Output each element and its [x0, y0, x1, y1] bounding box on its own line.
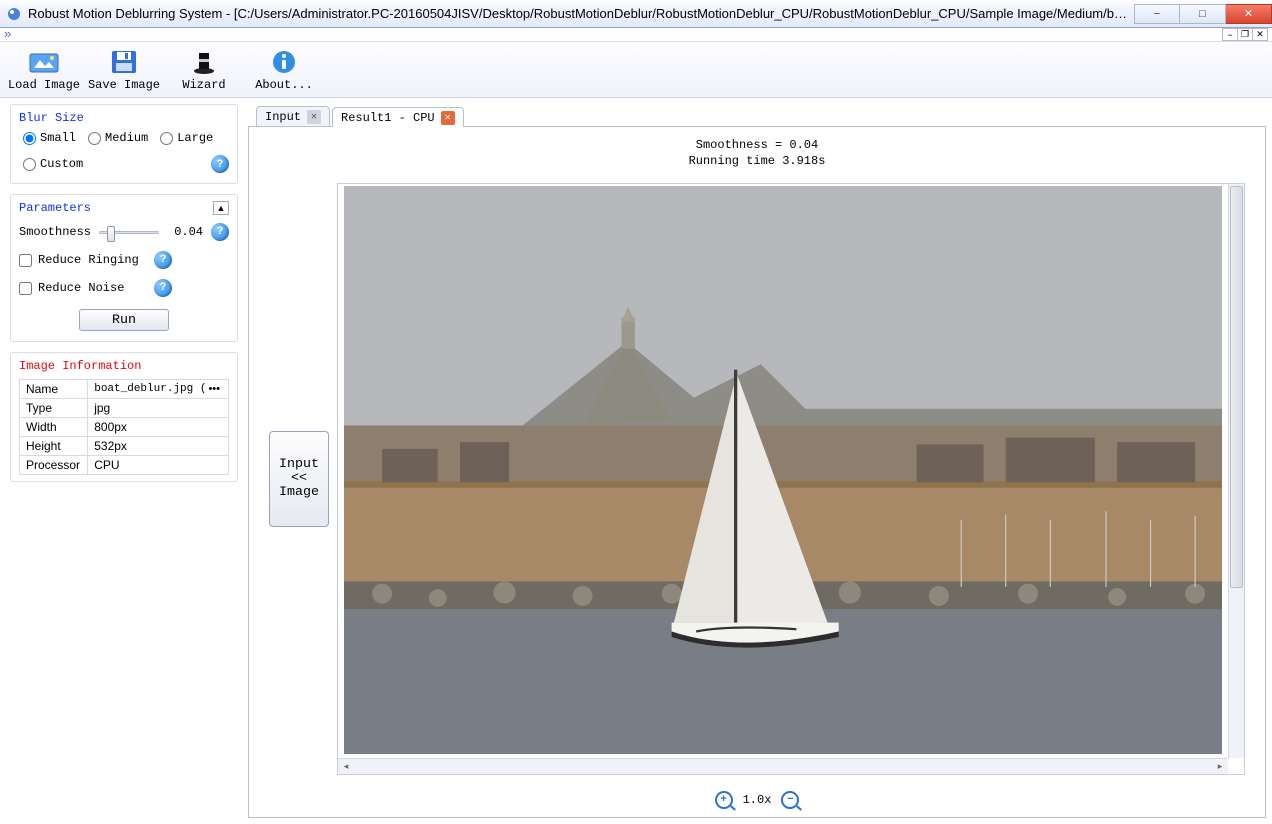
table-row: Name boat_deblur.jpg (••• [20, 380, 229, 399]
info-width-value: 800px [88, 418, 229, 437]
reduce-ringing-checkbox[interactable] [19, 254, 32, 267]
blur-size-custom-radio[interactable]: Custom [23, 157, 83, 171]
parameters-group: Parameters ▲ Smoothness 0.04 ? Reduce Ri… [10, 194, 238, 342]
side-panel: Blur Size Small Medium Large Custom ? [0, 98, 248, 824]
zoom-bar: + 1.0x − [249, 783, 1265, 817]
tab-result1-cpu[interactable]: Result1 - CPU ✕ [332, 107, 464, 127]
image-info-title: Image Information [19, 359, 229, 373]
smoothness-value: 0.04 [167, 225, 203, 239]
about-label: About... [255, 78, 313, 92]
window-title: Robust Motion Deblurring System - [C:/Us… [28, 6, 1134, 21]
result-stats: Smoothness = 0.04 Running time 3.918s [249, 127, 1265, 175]
wizard-button[interactable]: Wizard [164, 44, 244, 95]
mdi-control-strip: » − ❐ ✕ [0, 28, 1272, 42]
zoom-out-button[interactable]: − [781, 791, 799, 809]
mdi-close-button[interactable]: ✕ [1252, 28, 1268, 41]
load-image-button[interactable]: Load Image [4, 44, 84, 95]
window-close-button[interactable]: ✕ [1226, 4, 1272, 24]
reduce-ringing-label: Reduce Ringing [38, 253, 148, 267]
info-type-value: jpg [88, 399, 229, 418]
mdi-restore-button[interactable]: ❐ [1237, 28, 1253, 41]
info-processor-value: CPU [88, 456, 229, 475]
smoothness-stat: Smoothness = 0.04 [249, 137, 1265, 153]
run-button[interactable]: Run [79, 309, 169, 331]
main-toolbar: Load Image Save Image Wizard About... [0, 42, 1272, 98]
mdi-minimize-button[interactable]: − [1222, 28, 1238, 41]
blur-size-small-radio[interactable]: Small [23, 131, 76, 145]
blur-size-title: Blur Size [19, 111, 229, 125]
parameters-collapse-button[interactable]: ▲ [213, 201, 229, 215]
table-row: Height532px [20, 437, 229, 456]
app-icon [6, 6, 22, 22]
image-info-table: Name boat_deblur.jpg (••• Typejpg Width8… [19, 379, 229, 475]
chevrons-icon: » [4, 28, 18, 42]
running-time-stat: Running time 3.918s [249, 153, 1265, 169]
table-row: Width800px [20, 418, 229, 437]
info-height-value: 532px [88, 437, 229, 456]
about-icon [268, 48, 300, 76]
tab-result-close-icon[interactable]: ✕ [441, 111, 455, 125]
blur-size-large-radio[interactable]: Large [160, 131, 213, 145]
save-image-label: Save Image [88, 78, 160, 92]
info-name-more-button[interactable]: ••• [206, 383, 222, 395]
vertical-scrollbar[interactable] [1228, 184, 1244, 758]
wizard-label: Wizard [182, 78, 225, 92]
load-image-label: Load Image [8, 78, 80, 92]
wizard-icon [188, 48, 220, 76]
input-image-toggle-button[interactable]: Input << Image [269, 431, 329, 527]
table-row: ProcessorCPU [20, 456, 229, 475]
window-titlebar: Robust Motion Deblurring System - [C:/Us… [0, 0, 1272, 28]
info-name-value: boat_deblur.jpg ( [94, 383, 206, 395]
tab-input[interactable]: Input ✕ [256, 106, 330, 126]
viewer-frame: Smoothness = 0.04 Running time 3.918s In… [248, 126, 1266, 818]
reduce-noise-help-icon[interactable]: ? [154, 279, 172, 297]
result-image[interactable] [344, 186, 1222, 754]
reduce-noise-checkbox[interactable] [19, 282, 32, 295]
reduce-ringing-help-icon[interactable]: ? [154, 251, 172, 269]
about-button[interactable]: About... [244, 44, 324, 95]
smoothness-label: Smoothness [19, 225, 91, 239]
load-image-icon [28, 48, 60, 76]
save-image-button[interactable]: Save Image [84, 44, 164, 95]
smoothness-help-icon[interactable]: ? [211, 223, 229, 241]
blur-size-group: Blur Size Small Medium Large Custom ? [10, 104, 238, 184]
zoom-in-button[interactable]: + [715, 791, 733, 809]
reduce-noise-label: Reduce Noise [38, 281, 148, 295]
blur-size-help-icon[interactable]: ? [211, 155, 229, 173]
smoothness-slider[interactable] [99, 225, 159, 239]
zoom-level: 1.0x [743, 793, 772, 807]
parameters-title: Parameters [19, 201, 213, 215]
window-maximize-button[interactable]: □ [1180, 4, 1226, 24]
table-row: Typejpg [20, 399, 229, 418]
image-info-group: Image Information Name boat_deblur.jpg (… [10, 352, 238, 482]
image-viewport: ◂ ▸ [337, 183, 1245, 775]
tab-bar: Input ✕ Result1 - CPU ✕ [248, 104, 1266, 126]
window-minimize-button[interactable]: − [1134, 4, 1180, 24]
tab-input-close-icon[interactable]: ✕ [307, 110, 321, 124]
horizontal-scrollbar[interactable]: ◂ ▸ [338, 758, 1228, 774]
save-image-icon [108, 48, 140, 76]
main-area: Input ✕ Result1 - CPU ✕ Smoothness = 0.0… [248, 98, 1272, 824]
blur-size-medium-radio[interactable]: Medium [88, 131, 148, 145]
